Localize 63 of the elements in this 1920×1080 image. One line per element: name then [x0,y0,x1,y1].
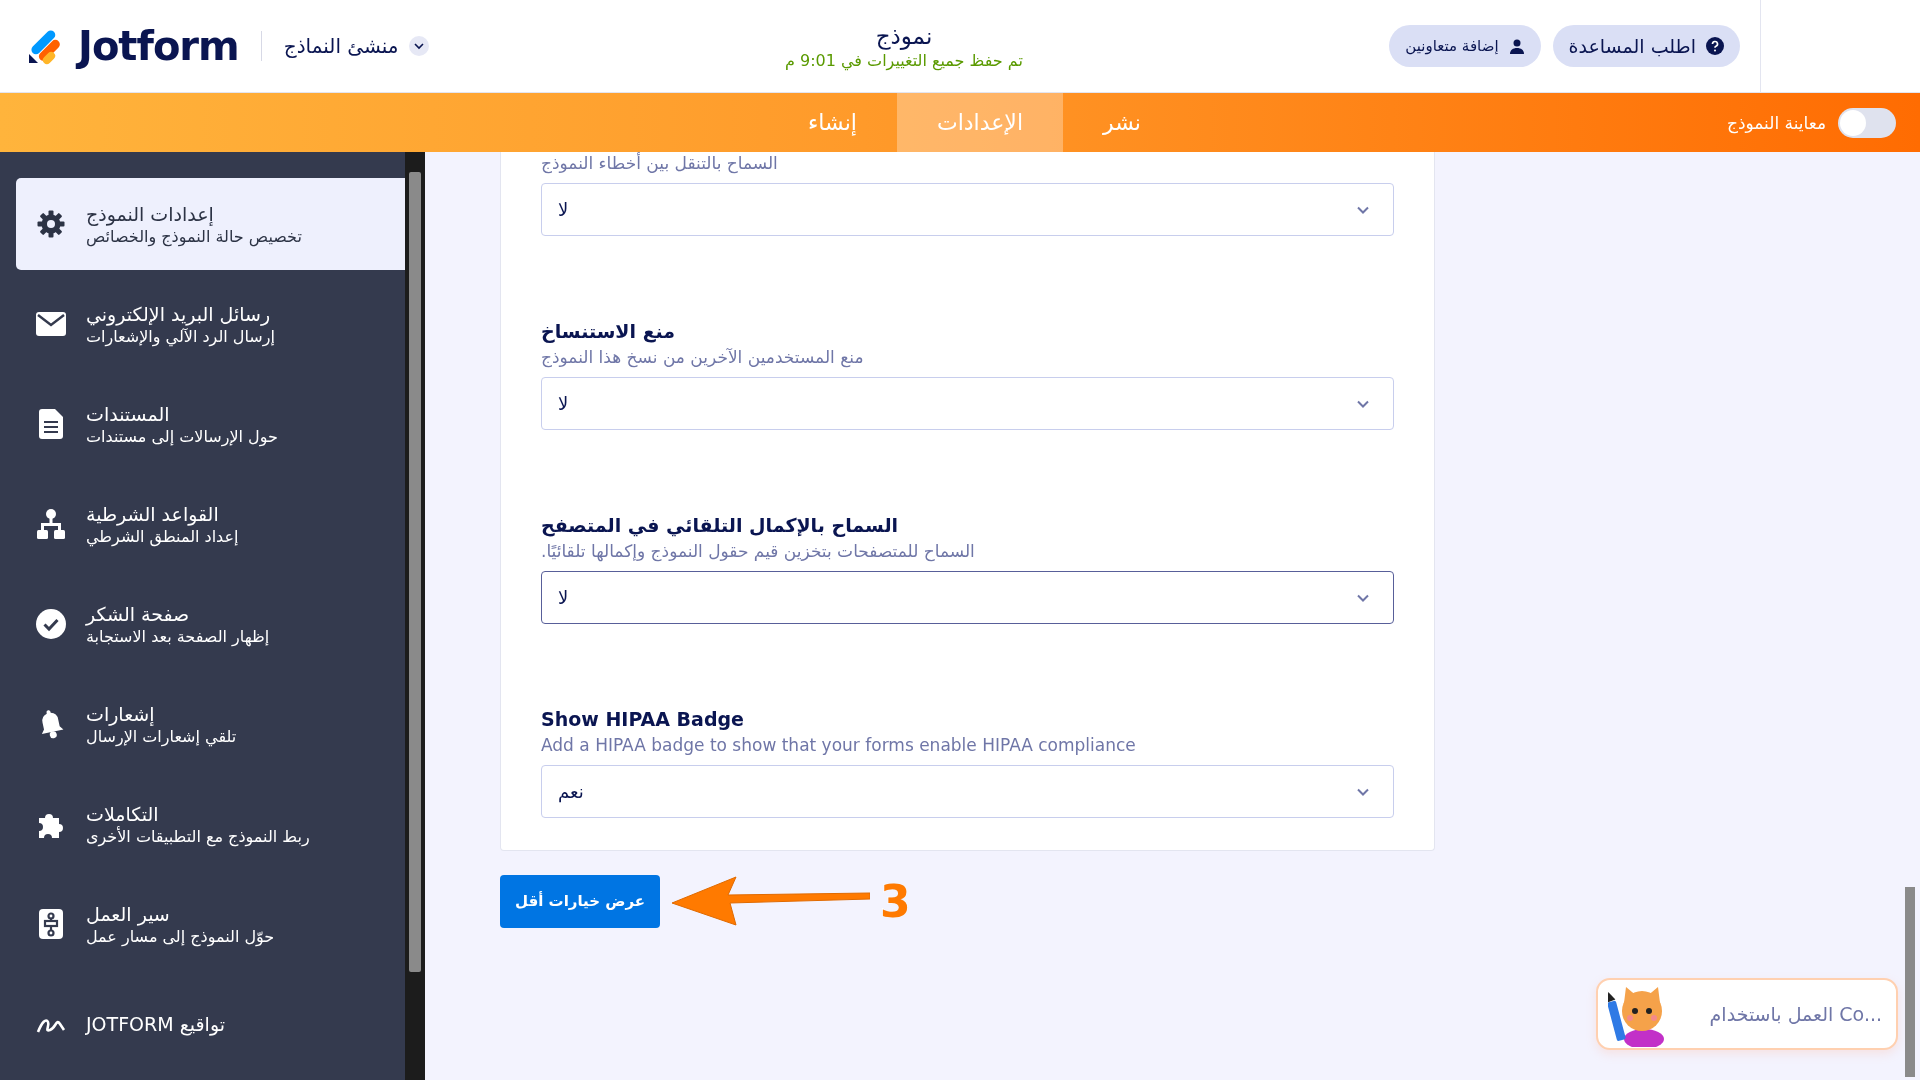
dropdown-field[interactable]: لا [541,571,1394,624]
chevron-icon [413,42,424,50]
sidebar-item-subtitle: إعداد المنطق الشرطي [86,526,239,546]
sidebar-item-title: القواعد الشرطية [86,502,219,525]
sidebar-item-subtitle: حوّل النموذج إلى مسار عمل [86,926,275,946]
scrollbar-thumb[interactable] [1905,887,1915,1077]
sidebar-item-subtitle: تخصيص حالة النموذج والخصائص [86,226,302,246]
setting-description: منع المستخدمين الآخرين من نسخ هذا النموذج [541,347,865,367]
setting-label: منع الاستنساخ [541,320,677,342]
sidebar-item-title: رسائل البريد الإلكتروني [86,302,271,325]
sidebar-item-title: سير العمل [86,902,170,925]
sidebar-item-subtitle: إظهار الصفحة بعد الاستجابة [86,626,270,646]
preview-toggle[interactable] [1838,107,1896,138]
setting-description: السماح بالتنقل بين أخطاء النموذج [541,153,779,173]
envelope-icon [36,312,66,336]
chevron-icon [1357,593,1369,602]
chat-widget[interactable]: العمل باستخدام Co... [1596,978,1898,1050]
setting-description: السماح للمتصفحات بتخزين قيم حقول النموذج وإكمالها تلقائيًا. [541,541,976,561]
setting-label: Show HIPAA Badge [541,708,745,730]
save-status: تم حفظ جميع التغييرات في 9:01 م [784,50,1023,70]
user-icon [1508,38,1525,54]
dropdown-field[interactable]: نعم [541,765,1394,818]
sidebar-item[interactable]: إشعارات تلقي إشعارات الإرسال [16,678,405,770]
show-less-button[interactable]: عرض خيارات أقل [500,874,660,928]
chevron-icon [1357,205,1369,214]
sidebar-item[interactable]: رسائل البريد الإلكتروني إرسال الرد الآلي والإشعارات [16,278,405,370]
preview-label: معاينة النموذج [1726,112,1826,133]
sidebar-item-title: التكاملات [86,802,159,825]
setting-label: السماح بالإكمال التلقائي في المتصفح [541,514,900,536]
help-icon [1706,37,1724,55]
sidebar-item[interactable]: سير العمل حوّل النموذج إلى مسار عمل [16,878,405,970]
dropdown-field[interactable]: لا [541,183,1394,236]
sidebar-item[interactable]: القواعد الشرطية إعداد المنطق الشرطي [16,478,405,570]
sidebar-item[interactable]: تواقيع JOTFORM [16,978,405,1070]
sidebar-item-subtitle: حول الإرسالات إلى مستندات [86,426,278,446]
sidebar-item[interactable]: صفحة الشكر إظهار الصفحة بعد الاستجابة [16,578,405,670]
chevron-icon [1357,399,1369,408]
scrollbar-thumb[interactable] [409,172,421,972]
sidebar-item[interactable]: المستندات حول الإرسالات إلى مستندات [16,378,405,470]
sidebar-item-title: صفحة الشكر [86,602,190,625]
sidebar-item-title: إشعارات [86,702,155,725]
workflow-icon [39,909,63,939]
hierarchy-icon [37,509,65,539]
dropdown-field[interactable]: لا [541,377,1394,430]
help-button[interactable]: اطلب المساعدة [1552,25,1740,67]
document-icon [39,409,63,439]
chat-widget-text: العمل باستخدام Co... [1709,1003,1882,1025]
sidebar-item-subtitle: تلقي إشعارات الإرسال [86,726,237,746]
sidebar-item-subtitle: إرسال الرد الآلي والإشعارات [86,326,275,346]
setting-description: Add a HIPAA badge to show that your forms enable HIPAA compliance [541,735,1137,755]
sidebar-item[interactable]: إعدادات النموذج تخصيص حالة النموذج والخصائص [16,178,405,270]
form-title: نموذج [875,22,933,49]
check-circle-icon [36,609,66,639]
sidebar-item[interactable]: التكاملات ربط النموذج مع التطبيقات الأخرى [16,778,405,870]
sidebar-item-title: المستندات [86,402,170,425]
annotation-number: 3 [880,875,911,927]
sidebar-item-title: إعدادات النموذج [86,202,214,225]
gear-icon [36,209,66,239]
add-collaborators-button[interactable]: إضافة متعاونين [1389,25,1541,67]
sidebar-item-subtitle: ربط النموذج مع التطبيقات الأخرى [86,826,310,846]
app-menu[interactable]: منشئ النماذج [283,34,429,58]
sidebar-item-title: تواقيع JOTFORM [86,1013,225,1035]
chevron-icon [1357,787,1369,796]
